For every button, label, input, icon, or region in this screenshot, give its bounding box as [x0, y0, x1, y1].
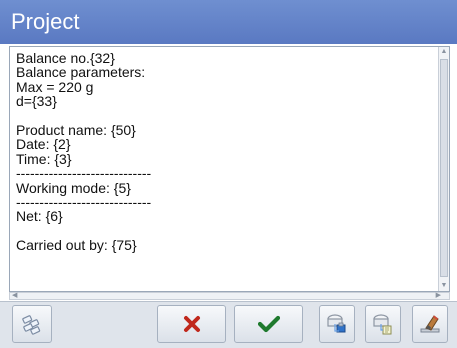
bottom-toolbar [0, 301, 457, 348]
scroll-left-arrow-icon[interactable]: ◀ [12, 291, 17, 299]
editor-line: Max = 220 g [16, 78, 94, 95]
horizontal-scrollbar[interactable]: ◀ ▶ [9, 292, 450, 300]
text-editor[interactable]: Balance no.{32} Balance parameters: Max … [9, 46, 450, 292]
cancel-icon [183, 316, 200, 332]
editor-line: Date: {2} [16, 136, 71, 153]
import-from-usb-icon [373, 314, 392, 335]
editor-line: d={33} [16, 93, 57, 110]
scroll-down-arrow-icon[interactable]: ▼ [440, 281, 448, 291]
accept-icon [257, 315, 280, 333]
window-title: Project [11, 9, 80, 34]
scroll-right-arrow-icon[interactable]: ▶ [436, 291, 441, 299]
accept-button[interactable] [234, 305, 303, 343]
editor-content[interactable]: Balance no.{32} Balance parameters: Max … [16, 50, 434, 254]
cancel-button[interactable] [157, 305, 226, 343]
scroll-up-arrow-icon[interactable]: ▲ [440, 47, 448, 57]
export-to-usb-icon [327, 314, 346, 333]
project-window: Project Balance no.{32} Balance paramete… [0, 0, 457, 348]
clear-button[interactable] [412, 305, 448, 343]
editor-line: Net: {6} [16, 208, 63, 225]
variables-button[interactable] [12, 305, 52, 343]
clear-icon [420, 315, 440, 333]
import-from-usb-button[interactable] [365, 305, 401, 343]
editor-line: Carried out by: {75} [16, 237, 137, 254]
editor-line: Balance parameters: [16, 64, 146, 81]
vertical-scroll-thumb[interactable] [440, 59, 448, 277]
editor-line: ----------------------------- [16, 193, 152, 210]
editor-line: ----------------------------- [16, 165, 152, 182]
editor-line: Product name: {50} [16, 121, 136, 138]
editor-line: Working mode: {5} [16, 179, 131, 196]
variables-icon [22, 315, 41, 335]
editor-line: Time: {3} [16, 150, 72, 167]
vertical-scrollbar[interactable]: ▲ ▼ [438, 47, 449, 291]
export-to-usb-button[interactable] [319, 305, 355, 343]
title-bar: Project [0, 0, 457, 44]
editor-line: Balance no.{32} [16, 50, 115, 66]
